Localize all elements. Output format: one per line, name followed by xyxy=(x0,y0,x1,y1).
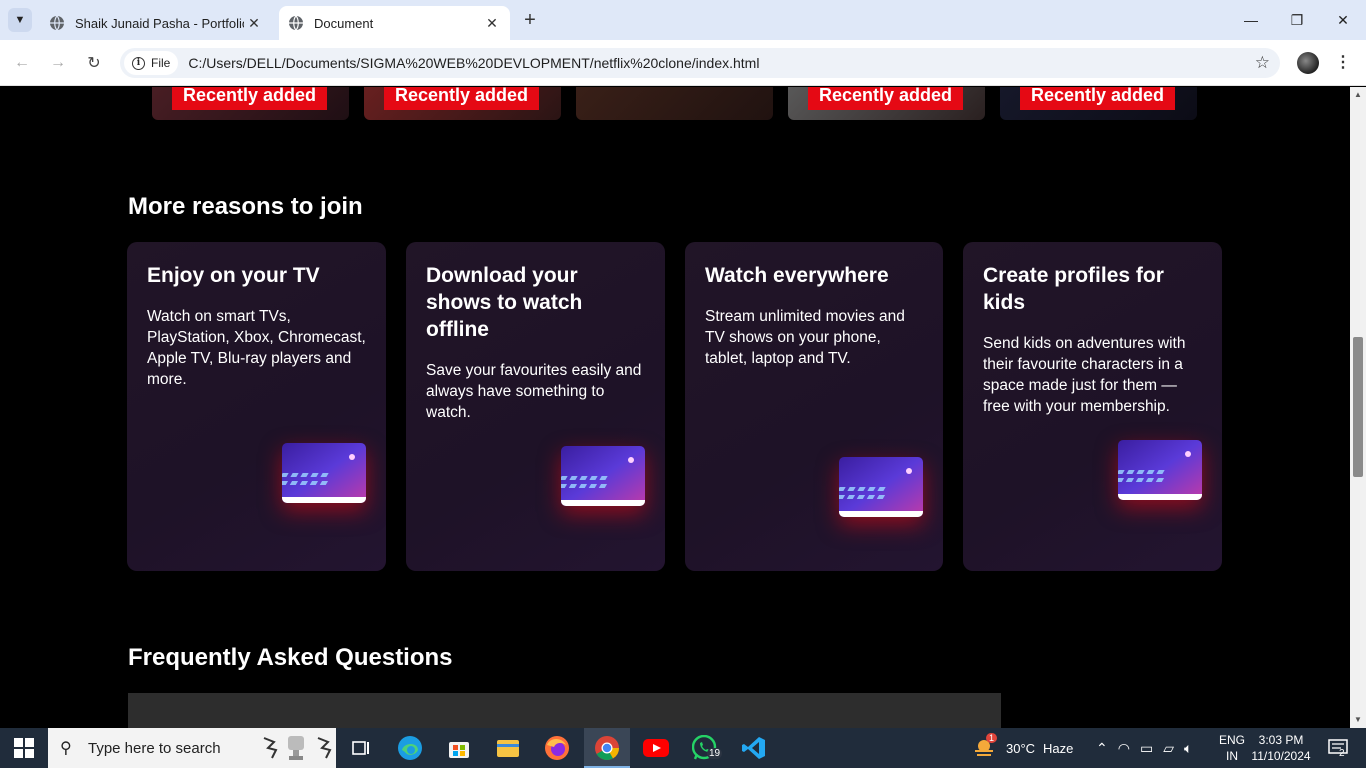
notification-count: 2 xyxy=(1339,748,1345,759)
taskbar-search[interactable]: ⚲ Type here to search xyxy=(48,728,336,768)
battery-icon[interactable]: ▱ xyxy=(1163,740,1174,757)
reason-card-kids: Create profiles for kids Send kids on ad… xyxy=(963,242,1222,571)
window-close-button[interactable]: ✕ xyxy=(1320,6,1366,34)
tab-document[interactable]: Document ✕ xyxy=(279,6,510,40)
reason-card-download: Download your shows to watch offline Sav… xyxy=(406,242,665,571)
restore-button[interactable]: ❐ xyxy=(1274,6,1320,34)
keyboard-image xyxy=(839,457,923,517)
language-code: ENG xyxy=(1219,733,1246,747)
notification-center[interactable]: 2 xyxy=(1324,728,1352,768)
volume-icon[interactable]: 🔈︎ xyxy=(1184,740,1192,757)
reload-button[interactable]: ↻ xyxy=(82,51,106,75)
tab-strip: ▼ Shaik Junaid Pasha - Portfolio ✕ Docum… xyxy=(0,0,1366,40)
chrome-icon[interactable] xyxy=(593,734,621,762)
scroll-down-icon[interactable]: ▼ xyxy=(1353,715,1363,725)
search-highlight-trophy-icon xyxy=(263,736,332,760)
task-view-icon[interactable] xyxy=(347,734,375,762)
trending-card[interactable]: Recently added xyxy=(1000,87,1197,120)
weather-haze-icon: 1 xyxy=(972,733,998,760)
recently-added-badge: Recently added xyxy=(1020,87,1176,110)
scrollbar-thumb[interactable] xyxy=(1353,337,1363,477)
weather-alert-badge: 1 xyxy=(986,733,998,743)
weather-condition: Haze xyxy=(1043,740,1074,756)
taskbar: ⚲ Type here to search 19 1 30°C Haze ⌃ ◠… xyxy=(0,728,1366,768)
scroll-up-icon[interactable]: ▲ xyxy=(1353,90,1363,100)
site-info-chip[interactable]: i File xyxy=(124,51,179,75)
whatsapp-badge: 19 xyxy=(707,748,723,759)
search-icon: ⚲ xyxy=(60,740,72,757)
scheme-label: File xyxy=(151,56,171,70)
forward-button[interactable]: → xyxy=(46,51,70,75)
file-explorer-icon[interactable] xyxy=(494,734,522,762)
tab-title: Shaik Junaid Pasha - Portfolio xyxy=(75,15,244,31)
url-text[interactable]: C:/Users/DELL/Documents/SIGMA%20WEB%20DE… xyxy=(188,55,759,71)
close-icon[interactable]: ✕ xyxy=(482,13,502,33)
keyboard-image xyxy=(282,443,366,503)
back-button[interactable]: ← xyxy=(10,51,34,75)
globe-icon xyxy=(289,15,303,31)
trending-card[interactable]: Recently added xyxy=(788,87,985,120)
vscode-icon[interactable] xyxy=(740,734,768,762)
card-text: Watch on smart TVs, PlayStation, Xbox, C… xyxy=(147,308,366,388)
close-icon[interactable]: ✕ xyxy=(244,13,264,33)
weather-temp: 30°C xyxy=(1006,740,1036,756)
chevron-up-icon[interactable]: ⌃ xyxy=(1096,740,1108,757)
profile-avatar[interactable] xyxy=(1297,52,1319,74)
card-title: Download your shows to watch offline xyxy=(426,264,583,341)
wifi-icon[interactable]: ◠ xyxy=(1118,740,1130,757)
bookmark-star-icon[interactable]: ☆ xyxy=(1255,53,1270,73)
recently-added-badge: Recently added xyxy=(384,87,540,110)
system-tray: ⌃ ◠ ▭ ▱ 🔈︎ xyxy=(1096,728,1192,768)
address-bar[interactable]: i File C:/Users/DELL/Documents/SIGMA%20W… xyxy=(120,48,1280,78)
reasons-heading: More reasons to join xyxy=(128,193,363,220)
notification-icon xyxy=(1328,739,1348,754)
tab-portfolio[interactable]: Shaik Junaid Pasha - Portfolio ✕ xyxy=(40,6,272,40)
youtube-icon[interactable] xyxy=(642,734,670,762)
whatsapp-icon[interactable]: 19 xyxy=(691,734,723,762)
search-placeholder: Type here to search xyxy=(88,739,221,757)
clock[interactable]: 3:03 PM 11/10/2024 xyxy=(1251,728,1311,768)
toolbar: ← → ↻ i File C:/Users/DELL/Documents/SIG… xyxy=(0,40,1366,86)
tab-search-button[interactable]: ▼ xyxy=(8,8,32,32)
weather-widget[interactable]: 1 30°C Haze xyxy=(972,728,1073,768)
new-tab-button[interactable]: + xyxy=(519,9,541,31)
clock-time: 3:03 PM xyxy=(1258,733,1304,747)
keyboard-image xyxy=(561,446,645,506)
card-title: Watch everywhere xyxy=(705,264,889,287)
microsoft-store-icon[interactable] xyxy=(445,734,473,762)
firefox-icon[interactable] xyxy=(543,734,571,762)
faq-item[interactable] xyxy=(128,693,1001,728)
meet-now-icon[interactable]: ▭ xyxy=(1140,740,1153,757)
tab-title: Document xyxy=(314,15,374,31)
menu-kebab-icon[interactable]: ⋮ xyxy=(1335,52,1351,74)
card-text: Send kids on adventures with their favou… xyxy=(983,335,1186,415)
keyboard-image xyxy=(1118,440,1202,500)
card-text: Stream unlimited movies and TV shows on … xyxy=(705,308,905,367)
globe-icon xyxy=(50,15,64,31)
trending-card[interactable]: Recently added xyxy=(152,87,349,120)
page-viewport: Recently added Recently added Recently a… xyxy=(0,87,1350,728)
reason-card-tv: Enjoy on your TV Watch on smart TVs, Pla… xyxy=(127,242,386,571)
page-scrollbar[interactable]: ▲ ▼ xyxy=(1350,87,1366,728)
reason-card-everywhere: Watch everywhere Stream unlimited movies… xyxy=(685,242,943,571)
clock-date: 11/10/2024 xyxy=(1251,749,1311,763)
card-title: Create profiles for kids xyxy=(983,264,1164,314)
recently-added-badge: Recently added xyxy=(172,87,328,110)
trending-card[interactable] xyxy=(576,87,773,120)
card-text: Save your favourites easily and always h… xyxy=(426,362,642,421)
info-icon: i xyxy=(132,56,145,70)
windows-start-icon[interactable] xyxy=(14,738,34,758)
trending-card[interactable]: Recently added xyxy=(364,87,561,120)
edge-icon[interactable] xyxy=(396,734,424,762)
language-indicator[interactable]: ENG IN xyxy=(1219,728,1245,768)
recently-added-badge: Recently added xyxy=(808,87,964,110)
region-code: IN xyxy=(1226,749,1238,763)
faq-heading: Frequently Asked Questions xyxy=(128,644,453,671)
minimize-button[interactable]: — xyxy=(1228,6,1274,34)
card-title: Enjoy on your TV xyxy=(147,264,320,287)
